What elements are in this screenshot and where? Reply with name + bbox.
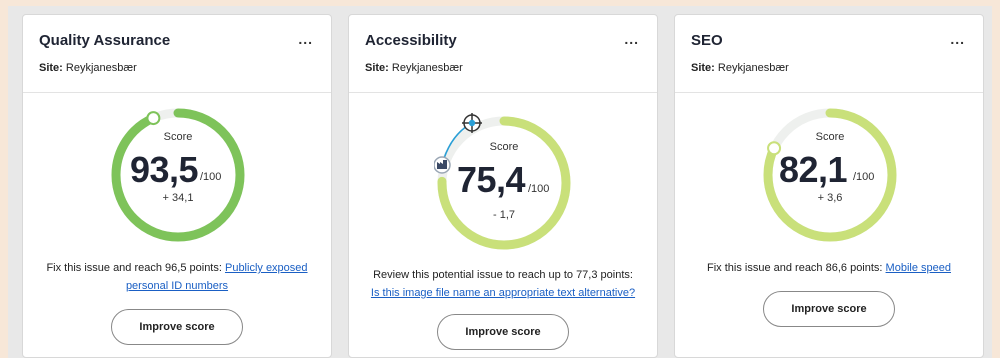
score-delta: - 1,7 xyxy=(492,209,515,221)
card-title: SEO xyxy=(691,32,723,49)
fix-suggestion-text: Fix this issue and reach 86,6 points: xyxy=(707,262,886,274)
site-line: Site: Reykjanesbær xyxy=(691,62,789,74)
site-label: Site: xyxy=(39,62,63,74)
fix-suggestion: Fix this issue and reach 86,6 points: Mo… xyxy=(675,259,983,277)
site-line: Site: Reykjanesbær xyxy=(365,62,463,74)
card-header: Accessibility ... Site: Reykjanesbær xyxy=(349,15,657,93)
fix-issue-link[interactable]: Is this image file name an appropriate t… xyxy=(371,287,635,299)
score-gauge: Score 75,4 /100 - 1,7 xyxy=(434,113,574,253)
fix-suggestion-text: Fix this issue and reach 96,5 points: xyxy=(46,262,225,274)
fix-issue-link[interactable]: Publicly exposed xyxy=(225,262,308,274)
score-label: Score xyxy=(489,141,519,153)
fix-suggestion: Review this potential issue to reach up … xyxy=(349,266,657,302)
improve-score-button[interactable]: Improve score xyxy=(437,314,569,350)
card-title: Quality Assurance xyxy=(39,32,171,49)
more-options-icon[interactable]: ... xyxy=(298,31,313,47)
score-max: /100 xyxy=(200,171,222,183)
score-gauge: Score 93,5 /100 + 34,1 xyxy=(108,105,248,245)
score-max: /100 xyxy=(853,171,875,183)
card-accessibility: Accessibility ... Site: Reykjanesbær Sco… xyxy=(348,14,658,358)
improve-score-button[interactable]: Improve score xyxy=(763,291,895,327)
card-quality-assurance: Quality Assurance ... Site: Reykjanesbær… xyxy=(22,14,332,358)
fix-issue-link[interactable]: Mobile speed xyxy=(886,262,951,274)
fix-suggestion: Fix this issue and reach 96,5 points: Pu… xyxy=(23,259,331,295)
gauge-progress-handle xyxy=(146,111,161,126)
score-value: 75,4 xyxy=(457,159,526,200)
improve-score-button[interactable]: Improve score xyxy=(111,309,243,345)
background-top-strip xyxy=(0,0,1000,6)
score-max: /100 xyxy=(528,183,550,195)
factory-icon xyxy=(434,156,451,174)
score-delta: + 3,6 xyxy=(817,192,843,204)
site-name: Reykjanesbær xyxy=(391,62,463,74)
more-options-icon[interactable]: ... xyxy=(624,31,639,47)
card-seo: SEO ... Site: Reykjanesbær Score 82,1 /1… xyxy=(674,14,984,358)
card-header: Quality Assurance ... Site: Reykjanesbær xyxy=(23,15,331,93)
fix-suggestion-text: Review this potential issue to reach up … xyxy=(373,269,633,281)
card-title: Accessibility xyxy=(365,32,457,49)
background-left-strip xyxy=(0,0,8,358)
score-label: Score xyxy=(163,131,193,143)
score-label: Score xyxy=(815,131,845,143)
fix-issue-link-continued[interactable]: personal ID numbers xyxy=(126,280,228,292)
score-gauge: Score 82,1 /100 + 3,6 xyxy=(760,105,900,245)
site-label: Site: xyxy=(365,62,389,74)
more-options-icon[interactable]: ... xyxy=(950,31,965,47)
background-right-strip xyxy=(992,0,1000,358)
site-name: Reykjanesbær xyxy=(65,62,137,74)
site-line: Site: Reykjanesbær xyxy=(39,62,137,74)
score-value: 93,5 xyxy=(130,149,199,190)
site-label: Site: xyxy=(691,62,715,74)
site-name: Reykjanesbær xyxy=(717,62,789,74)
score-delta: + 34,1 xyxy=(162,192,194,204)
card-header: SEO ... Site: Reykjanesbær xyxy=(675,15,983,93)
score-value: 82,1 xyxy=(779,149,848,190)
